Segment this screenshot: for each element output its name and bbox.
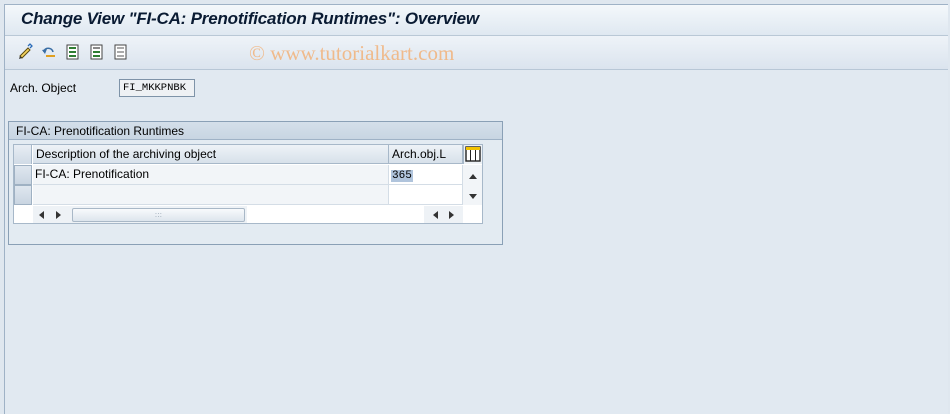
undo-icon[interactable]: [40, 43, 58, 61]
deselect-all-icon[interactable]: [112, 43, 130, 61]
scroll-left-right-icon[interactable]: [36, 209, 66, 221]
table-settings-button[interactable]: [463, 145, 482, 164]
watermark: © www.tutorialkart.com: [249, 41, 455, 65]
scroll-left-right-icon[interactable]: [428, 209, 460, 221]
column-header-arch-obj-l[interactable]: Arch.obj.L: [389, 145, 463, 164]
table-settings-icon: [465, 146, 481, 162]
vertical-scrollbar[interactable]: [463, 165, 482, 205]
title-bar: Change View "FI-CA: Prenotification Runt…: [5, 5, 948, 36]
select-all-rows-button[interactable]: [14, 145, 32, 164]
scroll-arrows-icon: [469, 174, 477, 199]
display-change-icon[interactable]: [17, 43, 35, 61]
table-cell-description: FI-CA: Prenotification: [33, 165, 389, 185]
group-header: FI-CA: Prenotification Runtimes: [9, 122, 502, 140]
table-cell-arch-obj-l[interactable]: 365: [389, 165, 463, 185]
application-toolbar: © www.tutorialkart.com: [5, 36, 948, 70]
row-selector[interactable]: [14, 185, 32, 205]
group-title: FI-CA: Prenotification Runtimes: [16, 124, 185, 138]
horizontal-scroll-thumb[interactable]: :::: [72, 208, 245, 222]
select-all-icon[interactable]: [64, 43, 82, 61]
select-block-icon[interactable]: [88, 43, 106, 61]
table-cell-description: [33, 185, 389, 205]
column-header-description[interactable]: Description of the archiving object: [33, 145, 389, 164]
arch-object-label: Arch. Object: [10, 81, 77, 95]
row-selector[interactable]: [14, 165, 32, 185]
arch-object-field[interactable]: FI_MKKPNBK: [119, 79, 195, 97]
page-title: Change View "FI-CA: Prenotification Runt…: [21, 9, 479, 28]
arch-obj-l-value[interactable]: 365: [391, 170, 413, 182]
table-cell-arch-obj-l[interactable]: [389, 185, 463, 205]
